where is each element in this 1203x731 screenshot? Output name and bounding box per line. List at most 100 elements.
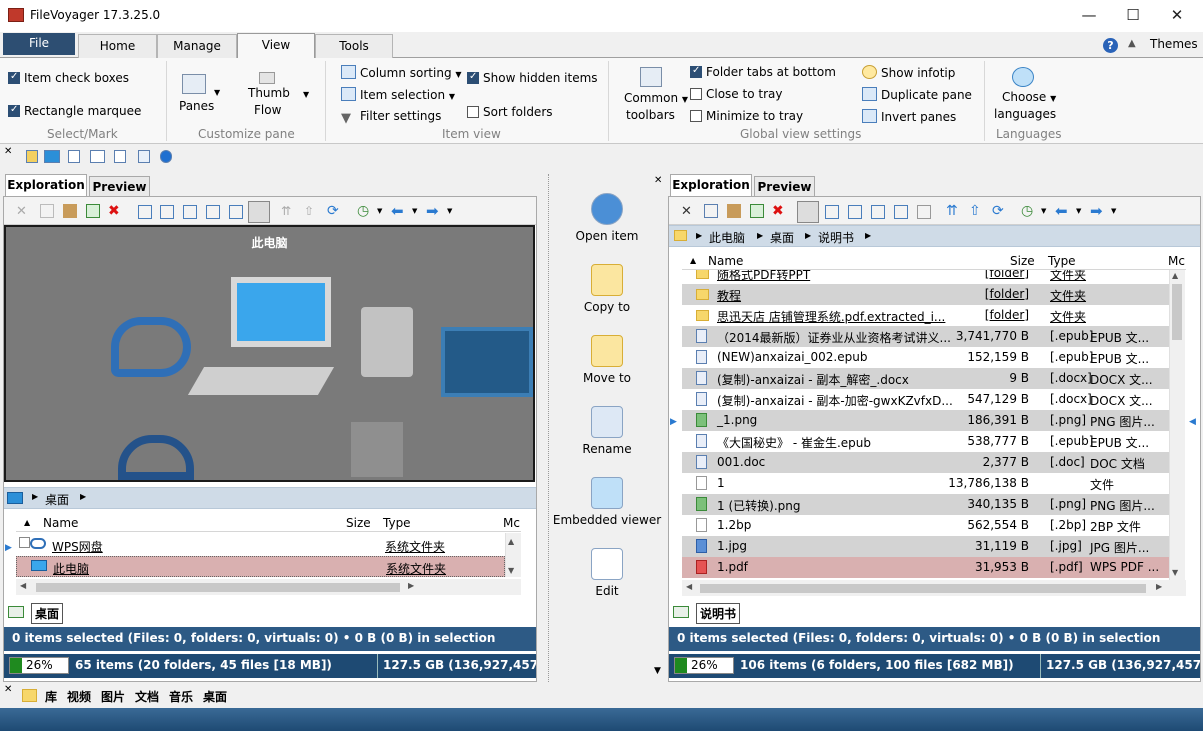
- tab-view[interactable]: View: [237, 33, 315, 59]
- scroll-left-icon[interactable]: ◀: [20, 581, 26, 590]
- folder-tabs-at-bottom-toggle[interactable]: Folder tabs at bottom: [690, 65, 836, 79]
- scroll-right-icon[interactable]: ▶: [1156, 582, 1162, 591]
- table-row[interactable]: (复制)-anxaizai - 副本_解密_.docx 9 B [.docx] DOC…: [682, 368, 1169, 389]
- close-icon[interactable]: ✕: [4, 684, 12, 695]
- cut-icon[interactable]: ✕: [681, 204, 695, 219]
- bookmark-item[interactable]: 文档: [135, 688, 159, 705]
- column-name[interactable]: Name: [43, 516, 78, 530]
- column-type[interactable]: Type: [383, 516, 411, 530]
- large-icons-view-icon[interactable]: [229, 205, 243, 219]
- tab-file[interactable]: File: [3, 33, 75, 55]
- column-size[interactable]: Size: [1010, 254, 1035, 268]
- table-row[interactable]: 《大国秘史》 - 崔金生.epub 538,777 B [.epub] EPUB 文.…: [682, 431, 1169, 452]
- table-row[interactable]: 1.jpg 31,119 B [.jpg] JPG 图片...: [682, 536, 1169, 557]
- thumb-button[interactable]: Thumb: [248, 86, 290, 100]
- close-icon[interactable]: ✕: [654, 175, 662, 186]
- cut-icon[interactable]: ✕: [16, 204, 30, 219]
- collapse-ribbon-icon[interactable]: ▲: [1128, 38, 1136, 49]
- paste-icon[interactable]: [727, 204, 741, 218]
- bookmark-item[interactable]: 桌面: [203, 688, 227, 705]
- dropdown-arrow-icon[interactable]: ▼: [1076, 207, 1081, 215]
- details-view-icon[interactable]: [138, 205, 152, 219]
- new-file-icon[interactable]: [86, 204, 100, 218]
- scrollbar-thumb[interactable]: [1172, 284, 1182, 340]
- table-row[interactable]: 001.doc 2,377 B [.doc] DOC 文档: [682, 452, 1169, 473]
- left-tab-exploration[interactable]: Exploration: [5, 174, 87, 196]
- column-size[interactable]: Size: [346, 516, 371, 530]
- close-to-tray-toggle[interactable]: Close to tray: [690, 87, 782, 101]
- forward-arrow-icon[interactable]: ➡: [426, 202, 440, 220]
- desktop-icon[interactable]: [44, 150, 60, 163]
- item-check-boxes-toggle[interactable]: Item check boxes: [8, 71, 129, 85]
- dropdown-arrow-icon[interactable]: ▼: [412, 207, 417, 215]
- table-row[interactable]: _1.png 186,391 B [.png] PNG 图片...: [682, 410, 1169, 431]
- back-arrow-icon[interactable]: ⬅: [1055, 202, 1069, 220]
- scroll-down-icon[interactable]: ▼: [654, 666, 661, 676]
- medium-icons-view-icon[interactable]: [206, 205, 220, 219]
- table-row[interactable]: 1.2bp 562,554 B [.2bp] 2BP 文件: [682, 515, 1169, 536]
- network-drive-icon[interactable]: [138, 150, 150, 163]
- document-icon[interactable]: [68, 150, 80, 163]
- themes-button[interactable]: Themes: [1150, 37, 1198, 51]
- history-icon[interactable]: ◷: [1021, 203, 1035, 219]
- bookmark-item[interactable]: 图片: [101, 688, 125, 705]
- breadcrumb-arrow-icon[interactable]: ▶: [865, 231, 871, 240]
- scrollbar-thumb[interactable]: [700, 584, 1146, 593]
- right-tab-preview[interactable]: Preview: [754, 176, 815, 196]
- refresh-icon[interactable]: ⟳: [992, 203, 1006, 219]
- dropdown-arrow-icon[interactable]: ▼: [447, 207, 452, 215]
- delete-icon[interactable]: ✖: [108, 203, 122, 219]
- scroll-left-icon[interactable]: ◀: [686, 582, 692, 591]
- column-name[interactable]: Name: [708, 254, 743, 268]
- paste-icon[interactable]: [63, 204, 77, 218]
- move-up-icon[interactable]: ⇧: [969, 203, 983, 219]
- item-selection-button[interactable]: Item selection ▼: [341, 87, 455, 102]
- breadcrumb-arrow-icon[interactable]: ▶: [805, 231, 811, 240]
- tab-manage[interactable]: Manage: [157, 34, 237, 58]
- bookmark-item[interactable]: 音乐: [169, 688, 193, 705]
- duplicate-pane-button[interactable]: Duplicate pane: [862, 87, 972, 102]
- small-icons-view-icon[interactable]: [848, 205, 862, 219]
- common-toolbars-button[interactable]: Common ▼: [624, 91, 688, 105]
- copy-icon[interactable]: [704, 204, 718, 218]
- table-row[interactable]: 此电脑 系统文件夹: [16, 556, 505, 577]
- pane-expand-icon[interactable]: ▶: [670, 417, 677, 427]
- pane-expand-icon[interactable]: ▶: [5, 543, 12, 553]
- table-row[interactable]: 1 (已转换).png 340,135 B [.png] PNG 图片...: [682, 494, 1169, 515]
- copy-icon[interactable]: [40, 204, 54, 218]
- move-up-icon[interactable]: ⇧: [304, 204, 318, 218]
- refresh-icon[interactable]: ⟳: [327, 203, 341, 219]
- bookmark-item[interactable]: 库: [45, 688, 57, 705]
- folder-tab[interactable]: 说明书: [696, 603, 741, 624]
- table-row[interactable]: (复制)-anxaizai - 副本-加密-gwxKZvfxD... 547,12…: [682, 389, 1169, 410]
- list-view-icon[interactable]: [825, 205, 839, 219]
- delete-icon[interactable]: ✖: [772, 203, 786, 219]
- left-tab-preview[interactable]: Preview: [89, 176, 150, 196]
- breadcrumb-item[interactable]: 此电脑: [709, 229, 745, 246]
- medium-icons-view-icon[interactable]: [871, 205, 885, 219]
- bookmark-item[interactable]: 视频: [67, 688, 91, 705]
- copy-to-button[interactable]: Copy to: [548, 264, 666, 314]
- scroll-right-icon[interactable]: ▶: [408, 581, 414, 590]
- breadcrumb-item[interactable]: 桌面: [770, 229, 794, 246]
- panes-button[interactable]: Panes: [179, 99, 214, 113]
- thumbflow-view-icon[interactable]: [917, 205, 931, 219]
- small-icons-view-icon[interactable]: [183, 205, 197, 219]
- dropdown-arrow-icon[interactable]: ▼: [1041, 207, 1046, 215]
- move-to-button[interactable]: Move to: [548, 335, 666, 385]
- table-row[interactable]: WPS网盘 系统文件夹: [16, 535, 505, 556]
- help-icon[interactable]: ?: [1103, 38, 1118, 53]
- breadcrumb-arrow-icon[interactable]: ▶: [32, 492, 38, 501]
- choose-languages-button[interactable]: Choose ▼: [1002, 90, 1056, 104]
- scroll-down-icon[interactable]: ▼: [1172, 568, 1178, 577]
- thumbflow-view-icon[interactable]: [248, 201, 270, 223]
- list-view-icon[interactable]: [160, 205, 174, 219]
- edit-button[interactable]: Edit: [548, 548, 666, 598]
- open-item-button[interactable]: Open item: [548, 193, 666, 243]
- column-type[interactable]: Type: [1048, 254, 1076, 268]
- minimize-button[interactable]: —: [1074, 4, 1104, 26]
- right-tab-exploration[interactable]: Exploration: [670, 174, 752, 196]
- scrollbar-thumb[interactable]: [36, 583, 400, 592]
- back-arrow-icon[interactable]: ⬅: [391, 202, 405, 220]
- row-checkbox[interactable]: [19, 537, 30, 548]
